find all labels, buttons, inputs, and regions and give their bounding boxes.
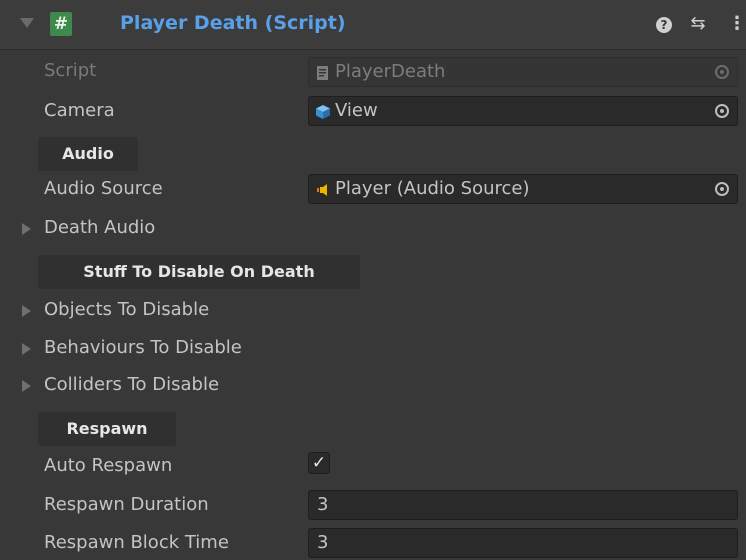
context-menu-icon[interactable]: ⋮ (728, 14, 746, 34)
object-picker-icon (715, 65, 729, 79)
death-audio-label[interactable]: Death Audio (44, 217, 155, 238)
component-header[interactable]: # Player Death (Script) ? ⇆ ⋮ (0, 0, 746, 50)
respawn-block-time-label: Respawn Block Time (44, 532, 229, 553)
expand-arrow-icon[interactable] (22, 380, 31, 392)
respawn-block-time-value: 3 (317, 532, 329, 553)
presets-icon[interactable]: ⇆ (688, 14, 708, 34)
foldout-arrow-icon[interactable] (20, 18, 34, 28)
objects-to-disable-label[interactable]: Objects To Disable (44, 299, 209, 320)
respawn-duration-input[interactable]: 3 (308, 490, 738, 520)
camera-label: Camera (44, 100, 115, 121)
respawn-duration-label: Respawn Duration (44, 494, 209, 515)
respawn-block-time-input[interactable]: 3 (308, 528, 738, 558)
script-value: PlayerDeath (335, 61, 446, 82)
expand-arrow-icon[interactable] (22, 223, 31, 235)
script-field: PlayerDeath (308, 57, 738, 87)
auto-respawn-checkbox[interactable]: ✓ (308, 452, 330, 474)
stuff-to-disable-section-header: Stuff To Disable On Death (38, 255, 360, 289)
object-picker-icon[interactable] (715, 104, 729, 118)
audio-source-field[interactable]: Player (Audio Source) (308, 174, 738, 204)
camera-cube-icon (316, 105, 330, 119)
script-label: Script (44, 60, 97, 81)
audio-source-icon (317, 184, 327, 196)
component-title: Player Death (Script) (120, 12, 346, 34)
audio-section-header: Audio (38, 137, 138, 171)
expand-arrow-icon[interactable] (22, 343, 31, 355)
respawn-duration-value: 3 (317, 494, 329, 515)
colliders-to-disable-label[interactable]: Colliders To Disable (44, 374, 219, 395)
audio-source-label: Audio Source (44, 178, 163, 199)
camera-value: View (335, 100, 378, 121)
auto-respawn-label: Auto Respawn (44, 455, 173, 476)
respawn-section-header: Respawn (38, 412, 176, 446)
camera-field[interactable]: View (308, 96, 738, 126)
script-file-icon (317, 66, 328, 80)
help-icon[interactable]: ? (656, 17, 672, 33)
expand-arrow-icon[interactable] (22, 305, 31, 317)
audio-source-value: Player (Audio Source) (335, 178, 530, 199)
behaviours-to-disable-label[interactable]: Behaviours To Disable (44, 337, 242, 358)
script-icon: # (50, 12, 72, 36)
object-picker-icon[interactable] (715, 182, 729, 196)
